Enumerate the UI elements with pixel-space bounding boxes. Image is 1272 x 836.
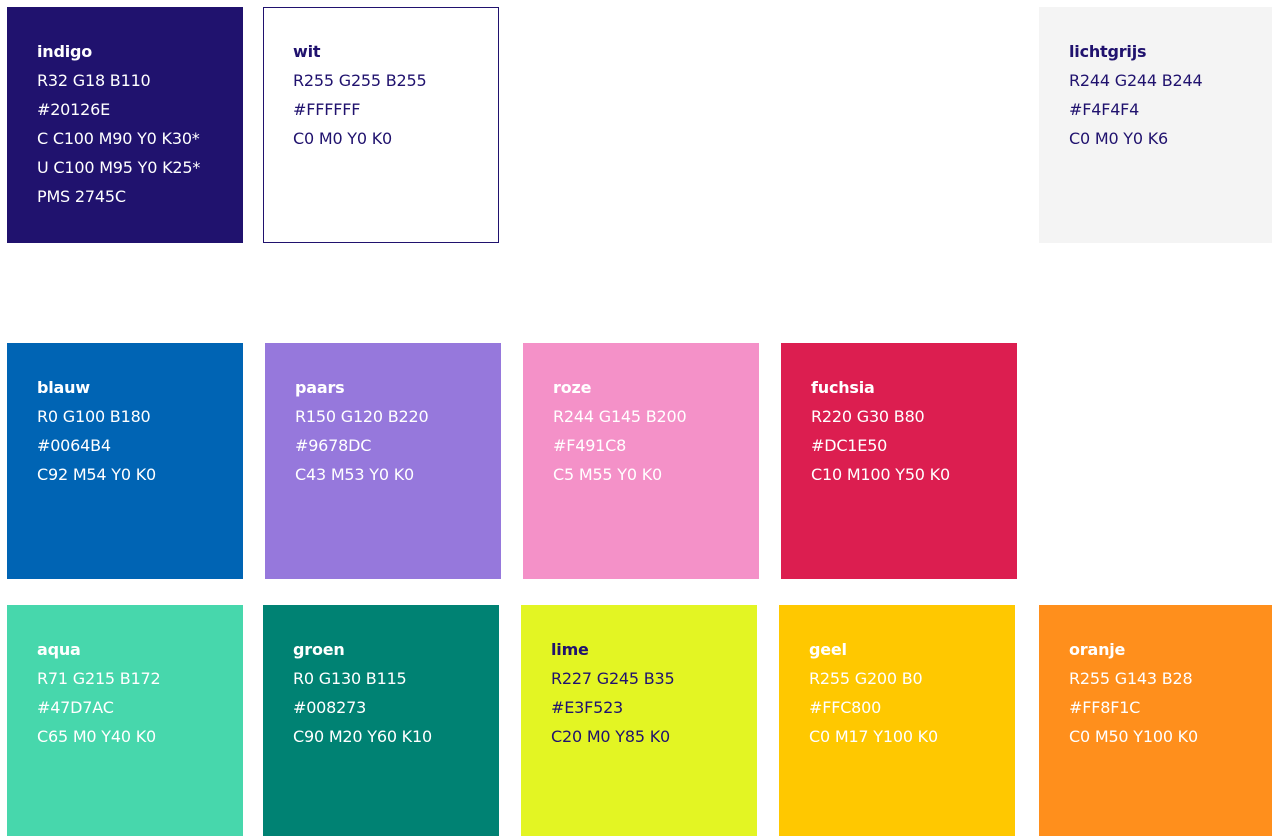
swatch-rgb: R32 G18 B110 xyxy=(37,71,151,90)
swatch-hex: #FFFFFF xyxy=(293,100,361,119)
swatch-cmyk: C90 M20 Y60 K10 xyxy=(293,727,432,746)
swatch-hex: #E3F523 xyxy=(551,698,624,717)
swatch-cmyk: C10 M100 Y50 K0 xyxy=(811,465,950,484)
swatch-rgb: R244 G145 B200 xyxy=(553,407,687,426)
swatch-name: groen xyxy=(293,640,345,659)
swatch-hex: #F491C8 xyxy=(553,436,627,455)
swatch-cmyk: C0 M50 Y100 K0 xyxy=(1069,727,1198,746)
swatch-rgb: R255 G200 B0 xyxy=(809,669,923,688)
swatch-name: roze xyxy=(553,378,592,397)
swatch-hex: #9678DC xyxy=(295,436,372,455)
swatch-hex: #FFC800 xyxy=(809,698,882,717)
swatch-groen: groen R0 G130 B115 #008273 C90 M20 Y60 K… xyxy=(263,605,499,836)
swatch-cmyk: C43 M53 Y0 K0 xyxy=(295,465,414,484)
swatch-cmyk: C92 M54 Y0 K0 xyxy=(37,465,156,484)
swatch-hex: #47D7AC xyxy=(37,698,114,717)
swatch-pms: PMS 2745C xyxy=(37,187,126,206)
swatch-name: blauw xyxy=(37,378,90,397)
swatch-rgb: R227 G245 B35 xyxy=(551,669,675,688)
swatch-cmyk-coated: C C100 M90 Y0 K30* xyxy=(37,129,200,148)
swatch-paars: paars R150 G120 B220 #9678DC C43 M53 Y0 … xyxy=(265,343,501,579)
swatch-rgb: R71 G215 B172 xyxy=(37,669,161,688)
swatch-hex: #0064B4 xyxy=(37,436,111,455)
swatch-hex: #008273 xyxy=(293,698,367,717)
swatch-name: lichtgrijs xyxy=(1069,42,1147,61)
swatch-indigo: indigo R32 G18 B110 #20126E C C100 M90 Y… xyxy=(7,7,243,243)
swatch-cmyk-uncoated: U C100 M95 Y0 K25* xyxy=(37,158,201,177)
swatch-name: lime xyxy=(551,640,589,659)
swatch-fuchsia: fuchsia R220 G30 B80 #DC1E50 C10 M100 Y5… xyxy=(781,343,1017,579)
swatch-cmyk: C0 M0 Y0 K6 xyxy=(1069,129,1169,148)
swatch-wit: wit R255 G255 B255 #FFFFFF C0 M0 Y0 K0 xyxy=(263,7,499,243)
swatch-hex: #FF8F1C xyxy=(1069,698,1141,717)
swatch-rgb: R220 G30 B80 xyxy=(811,407,925,426)
swatch-cmyk: C20 M0 Y85 K0 xyxy=(551,727,670,746)
swatch-rgb: R255 G143 B28 xyxy=(1069,669,1193,688)
swatch-name: aqua xyxy=(37,640,81,659)
swatch-name: oranje xyxy=(1069,640,1126,659)
swatch-cmyk: C0 M0 Y0 K0 xyxy=(293,129,393,148)
swatch-lime: lime R227 G245 B35 #E3F523 C20 M0 Y85 K0 xyxy=(521,605,757,836)
swatch-rgb: R0 G130 B115 xyxy=(293,669,407,688)
swatch-name: paars xyxy=(295,378,345,397)
swatch-name: geel xyxy=(809,640,847,659)
swatch-cmyk: C5 M55 Y0 K0 xyxy=(553,465,662,484)
swatch-hex: #F4F4F4 xyxy=(1069,100,1140,119)
swatch-blauw: blauw R0 G100 B180 #0064B4 C92 M54 Y0 K0 xyxy=(7,343,243,579)
swatch-rgb: R150 G120 B220 xyxy=(295,407,429,426)
swatch-name: wit xyxy=(293,42,321,61)
swatch-lichtgrijs: lichtgrijs R244 G244 B244 #F4F4F4 C0 M0 … xyxy=(1039,7,1272,243)
swatch-aqua: aqua R71 G215 B172 #47D7AC C65 M0 Y40 K0 xyxy=(7,605,243,836)
swatch-geel: geel R255 G200 B0 #FFC800 C0 M17 Y100 K0 xyxy=(779,605,1015,836)
swatch-hex: #DC1E50 xyxy=(811,436,888,455)
swatch-roze: roze R244 G145 B200 #F491C8 C5 M55 Y0 K0 xyxy=(523,343,759,579)
swatch-cmyk: C0 M17 Y100 K0 xyxy=(809,727,938,746)
swatch-name: indigo xyxy=(37,42,93,61)
swatch-rgb: R255 G255 B255 xyxy=(293,71,427,90)
swatch-oranje: oranje R255 G143 B28 #FF8F1C C0 M50 Y100… xyxy=(1039,605,1272,836)
swatch-name: fuchsia xyxy=(811,378,875,397)
swatch-rgb: R0 G100 B180 xyxy=(37,407,151,426)
swatch-hex: #20126E xyxy=(37,100,111,119)
swatch-cmyk: C65 M0 Y40 K0 xyxy=(37,727,156,746)
swatch-rgb: R244 G244 B244 xyxy=(1069,71,1203,90)
